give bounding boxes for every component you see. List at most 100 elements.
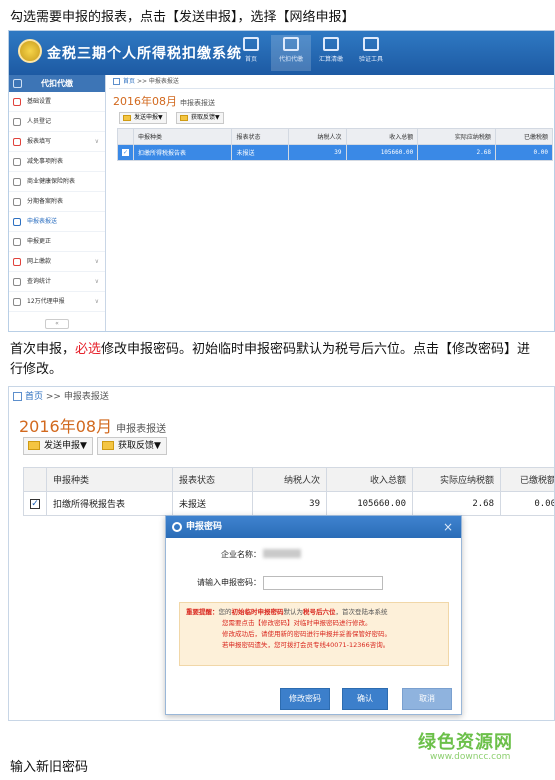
chevron-down-icon: ∨ [94, 278, 99, 285]
company-name-label: 企业名称： [221, 550, 261, 559]
sidebar-item-correction[interactable]: 申报更正 [9, 232, 105, 252]
period-suffix: 申报表报送 [180, 99, 215, 107]
tip-text-3: 默认为 [283, 608, 304, 616]
sidebar-item-online-payment[interactable]: 网上缴款 ∨ [9, 252, 105, 272]
send-icon [123, 115, 131, 121]
pen-icon [13, 238, 21, 246]
sidebar-item-health-insurance[interactable]: 商业健康保险附表 [9, 172, 105, 192]
sidebar-item-submit-report[interactable]: 申报表报送 [9, 212, 105, 232]
breadcrumb-sep: >> [45, 392, 61, 402]
report-table: 申报种类 报表状态 纳税人次 收入总额 实际应纳税额 已缴税额 ✓ 扣缴所得税报… [23, 467, 554, 516]
get-feedback-button[interactable]: 获取反馈▼ [97, 437, 167, 455]
sidebar-item-label: 报表填写 [27, 138, 52, 145]
grid-icon [13, 178, 21, 186]
header-paid: 已缴税额 [500, 467, 554, 492]
cell-paid: 0.00 [494, 144, 554, 161]
grid-icon [13, 198, 21, 206]
nav-home[interactable]: 首页 [231, 37, 271, 63]
sidebar-item-label: 申报更正 [27, 238, 52, 245]
breadcrumb-current: 申报表报送 [148, 78, 179, 85]
sidebar-item-agent[interactable]: 12万代理申报 ∨ [9, 292, 105, 312]
header-status: 报表状态 [172, 467, 253, 492]
sidebar-item-reduction[interactable]: 减免事项附表 [9, 152, 105, 172]
chevron-down-icon: ∨ [94, 298, 99, 305]
send-report-label: 发送申报▼ [134, 114, 163, 121]
edit-icon [13, 138, 21, 146]
sidebar-item-personnel[interactable]: 人员登记 [9, 112, 105, 132]
intro-text: 勾选需要申报的报表，点击【发送申报】，选择【网络申报】 [10, 10, 355, 25]
tip-text-2: 初始临时申报密码 [231, 608, 284, 616]
cell-income: 105660.00 [326, 491, 413, 516]
send-icon [28, 441, 40, 450]
sidebar: 代扣代缴 基础设置 人员登记 报表填写 ∨ 减免事项附表 商业健康保险附表 分期备… [9, 75, 106, 331]
send-report-button[interactable]: 发送申报▼ [23, 437, 93, 455]
nav-settlement[interactable]: 汇算清缴 [311, 37, 351, 63]
get-feedback-button[interactable]: 获取反馈▼ [176, 112, 224, 124]
breadcrumb: 首页 >> 申报表报送 [109, 75, 554, 89]
confirm-button[interactable]: 确认 [342, 688, 388, 710]
breadcrumb-home[interactable]: 首页 [123, 78, 135, 85]
feedback-icon [102, 441, 114, 450]
header-type: 申报种类 [46, 467, 173, 492]
tip-line-2: 您需要点击【修改密码】对临时申报密码进行修改。 [222, 619, 372, 627]
table-header-row: 申报种类 报表状态 纳税人次 收入总额 实际应纳税额 已缴税额 [117, 128, 554, 145]
password-label: 请输入申报密码： [197, 578, 261, 587]
header-paid: 已缴税额 [494, 128, 554, 145]
breadcrumb-sep: >> [136, 78, 147, 85]
important-tip: 重要提醒：您的初始临时申报密码默认为税号后六位，首次登陆本系统 您需要点击【修改… [179, 602, 449, 666]
sidebar-item-form-fill[interactable]: 报表填写 ∨ [9, 132, 105, 152]
header-income: 收入总额 [326, 467, 413, 492]
row-checkbox-cell[interactable]: ✓ [23, 491, 47, 516]
sidebar-item-basic-settings[interactable]: 基础设置 [9, 92, 105, 112]
sidebar-item-installment[interactable]: 分期备案附表 [9, 192, 105, 212]
nav-verify-tool[interactable]: 验证工具 [351, 37, 391, 63]
cell-type: 扣缴所得税报告表 [132, 144, 233, 161]
period-suffix: 申报表报送 [116, 424, 167, 435]
gear-icon [172, 522, 182, 532]
sidebar-item-label: 人员登记 [27, 118, 52, 125]
sidebar-item-label: 网上缴款 [27, 258, 52, 265]
header-tax-due: 实际应纳税额 [412, 467, 501, 492]
pay-icon [13, 258, 21, 266]
header-count: 纳税人次 [288, 128, 347, 145]
grid-icon [13, 298, 21, 306]
header-check [23, 467, 47, 492]
table-row[interactable]: ✓ 扣缴所得税报告表 未报送 39 105660.00 2.68 0.00 [117, 144, 554, 161]
nav-withholding[interactable]: 代扣代缴 [271, 35, 311, 71]
get-feedback-label: 获取反馈▼ [191, 114, 220, 121]
form-icon [13, 158, 21, 166]
row-checkbox-cell[interactable]: ✓ [117, 144, 134, 161]
home-icon [13, 392, 22, 401]
change-password-button[interactable]: 修改密码 [280, 688, 330, 710]
app-window-dialog: 首页 >> 申报表报送 2016年08月 申报表报送 发送申报▼ 获取反馈▼ 申报… [8, 386, 555, 721]
row-checkbox[interactable]: ✓ [122, 149, 129, 156]
sidebar-collapse-button[interactable]: « [45, 319, 69, 329]
row-checkbox[interactable]: ✓ [30, 498, 40, 509]
dialog-title: 申报密码 [186, 522, 223, 532]
password-dialog: 申报密码 × 企业名称： 请输入申报密码： 重要提醒：您的初始临时申报密码默认为… [165, 515, 462, 715]
sidebar-item-label: 查询统计 [27, 278, 52, 285]
period-title: 2016年08月 申报表报送 [113, 93, 215, 109]
table-row[interactable]: ✓ 扣缴所得税报告表 未报送 39 105660.00 2.68 0.00 [23, 491, 554, 516]
nav-settlement-label: 汇算清缴 [318, 56, 343, 63]
nav-home-label: 首页 [244, 56, 257, 63]
sidebar-item-query[interactable]: 查询统计 ∨ [9, 272, 105, 292]
sidebar-item-label: 商业健康保险附表 [27, 178, 76, 185]
close-icon[interactable]: × [443, 516, 453, 538]
middle-text-c: 修改申报密码。初始临时申报密码默认为税号后六位。点击【修改密码】进 [101, 342, 531, 357]
cancel-button[interactable]: 取消 [402, 688, 452, 710]
header-income: 收入总额 [345, 128, 419, 145]
person-icon [13, 118, 21, 126]
nav-withholding-label: 代扣代缴 [278, 56, 303, 63]
dialog-header: 申报密码 × [166, 516, 461, 538]
breadcrumb-home[interactable]: 首页 [25, 392, 43, 402]
send-report-button[interactable]: 发送申报▼ [119, 112, 167, 124]
cell-paid: 0.00 [500, 491, 554, 516]
app-title: 金税三期个人所得税扣缴系统 [47, 46, 242, 62]
cell-tax-due: 2.68 [412, 491, 501, 516]
send-icon [13, 218, 21, 226]
middle-text-a: 首次申报， [10, 342, 76, 357]
sidebar-item-label: 基础设置 [27, 98, 52, 105]
password-input[interactable] [263, 576, 383, 590]
chevron-down-icon: ∨ [94, 258, 99, 265]
